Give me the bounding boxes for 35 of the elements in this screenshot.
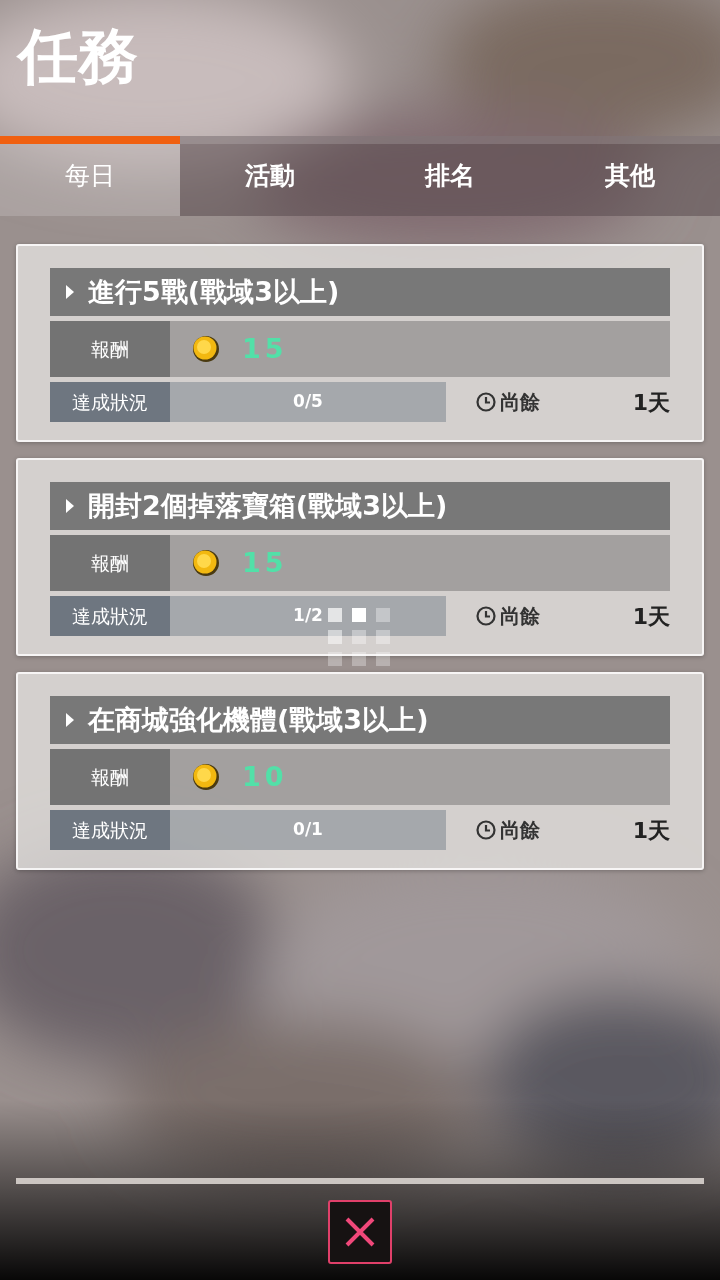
remaining-label: 尚餘	[500, 389, 540, 416]
triangle-icon	[66, 285, 74, 299]
tab[interactable]: 其他	[540, 136, 720, 216]
mission-title: 開封2個掉落寶箱(戰域3以上)	[88, 488, 448, 523]
remaining-time: 1天	[632, 388, 670, 417]
mission-title: 在商城強化機體(戰域3以上)	[88, 702, 429, 737]
triangle-icon	[66, 713, 74, 727]
mission-title: 進行5戰(戰域3以上)	[88, 274, 340, 309]
remaining-label: 尚餘	[500, 817, 540, 844]
coin-icon	[192, 763, 220, 791]
coin-icon	[192, 549, 220, 577]
reward-label: 報酬	[50, 321, 170, 377]
reward-label: 報酬	[50, 749, 170, 805]
clock-icon	[476, 392, 496, 412]
coin-icon	[192, 335, 220, 363]
clock-icon	[476, 820, 496, 840]
reward-amount: 10	[242, 759, 288, 794]
reward-label: 報酬	[50, 535, 170, 591]
page-title: 任務	[15, 20, 139, 93]
remaining-time: 1天	[632, 602, 670, 631]
progress-bar: 0/1	[170, 810, 446, 850]
remaining-time: 1天	[632, 816, 670, 845]
progress-label: 達成狀況	[50, 596, 170, 636]
progress-bar: 0/5	[170, 382, 446, 422]
tab[interactable]: 排名	[360, 136, 540, 216]
close-icon	[344, 1216, 376, 1248]
remaining-label: 尚餘	[500, 603, 540, 630]
reward-amount: 15	[242, 331, 288, 366]
close-button[interactable]	[328, 1200, 392, 1264]
tab[interactable]: 活動	[180, 136, 360, 216]
progress-label: 達成狀況	[50, 810, 170, 850]
reward-amount: 15	[242, 545, 288, 580]
progress-label: 達成狀況	[50, 382, 170, 422]
clock-icon	[476, 606, 496, 626]
triangle-icon	[66, 499, 74, 513]
